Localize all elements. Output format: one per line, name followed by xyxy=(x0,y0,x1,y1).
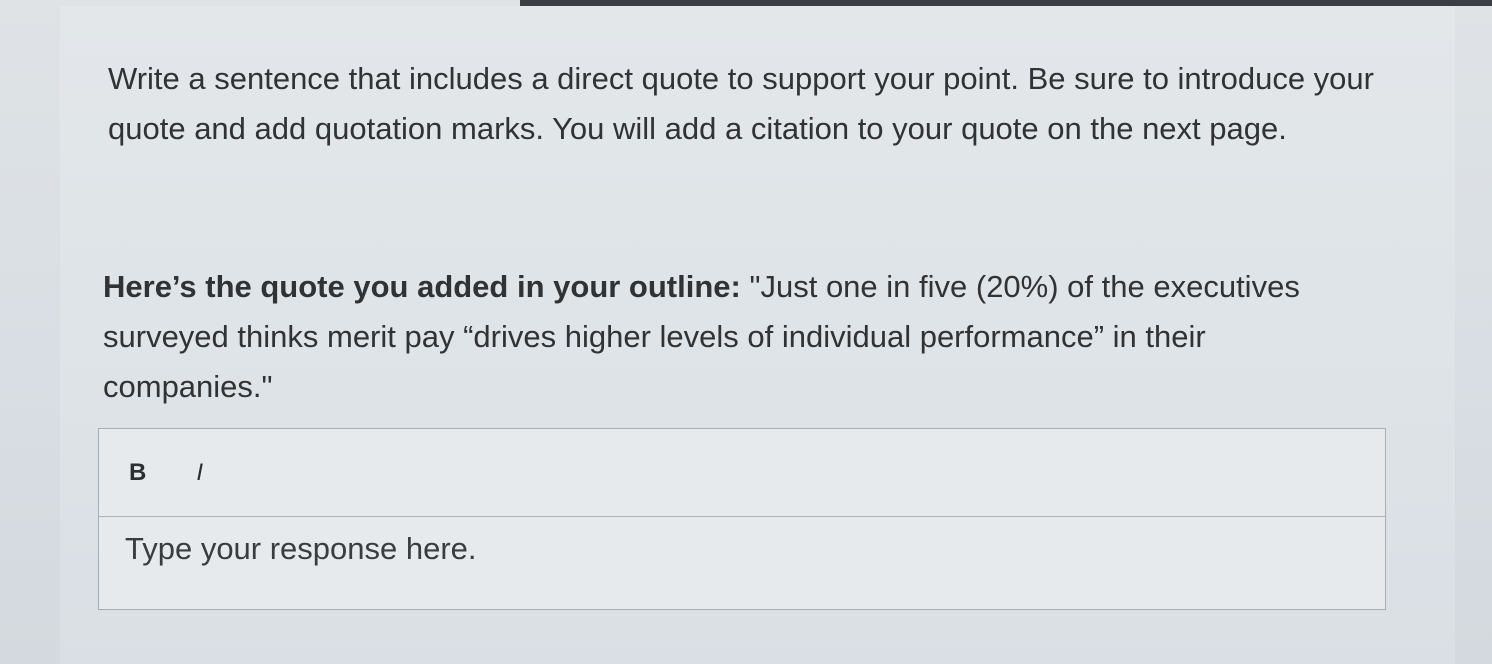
response-input[interactable] xyxy=(99,517,1385,605)
question-instructions: Write a sentence that includes a direct … xyxy=(108,61,1374,146)
quote-lead: Here’s the quote you added in your outli… xyxy=(103,269,741,304)
editor-toolbar: B I xyxy=(99,429,1385,517)
bold-button[interactable]: B xyxy=(129,459,146,487)
quote-paragraph: Here’s the quote you added in your outli… xyxy=(103,262,1378,412)
italic-button[interactable]: I xyxy=(196,459,203,487)
response-editor: B I xyxy=(98,428,1386,610)
